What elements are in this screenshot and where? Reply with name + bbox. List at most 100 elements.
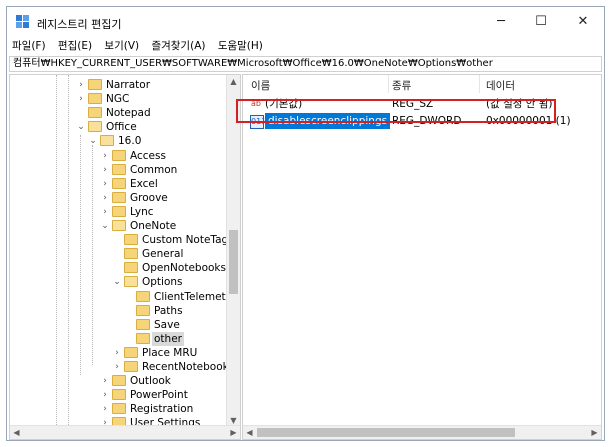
- tree-item-label[interactable]: OpenNotebooks: [140, 261, 228, 275]
- tree-item-label[interactable]: Narrator: [104, 78, 152, 92]
- tree-item-outlook[interactable]: › Outlook: [10, 374, 230, 388]
- chevron-right-icon[interactable]: ›: [100, 374, 110, 388]
- chevron-down-icon[interactable]: ⌄: [112, 275, 122, 289]
- tree-item-label[interactable]: Place MRU: [140, 346, 199, 360]
- column-separator[interactable]: [479, 75, 480, 93]
- key-tree-pane[interactable]: › Narrator › NGC Notepad ⌄ Office ⌄ 16.0 › Access ›…: [9, 74, 241, 440]
- tree-item-label[interactable]: Outlook: [128, 374, 173, 388]
- tree-item-clienttelemetry[interactable]: ClientTelemetry: [10, 290, 236, 304]
- chevron-right-icon[interactable]: ›: [76, 92, 86, 106]
- tree-item-label[interactable]: Groove: [128, 191, 170, 205]
- tree-scroll-thumb[interactable]: [229, 230, 238, 294]
- chevron-right-icon[interactable]: ›: [112, 346, 122, 360]
- tree-item-powerpoint[interactable]: › PowerPoint: [10, 388, 230, 402]
- address-bar[interactable]: 컴퓨터₩HKEY_CURRENT_USER₩SOFTWARE₩Microsoft…: [9, 56, 602, 72]
- menu-edit[interactable]: 편집(E): [54, 37, 96, 55]
- tree-item-ngc[interactable]: › NGC: [10, 92, 230, 106]
- tree-item-label[interactable]: General: [140, 247, 185, 261]
- tree-guide-line: [68, 75, 69, 427]
- tree-item-groove[interactable]: › Groove: [10, 191, 230, 205]
- menu-view[interactable]: 보기(V): [100, 37, 143, 55]
- tree-item-label[interactable]: Options: [140, 275, 185, 289]
- value-list-pane[interactable]: 이름 종류 데이터 ab (기본값) REG_SZ (값 설정 안 됨) 011 disa…: [242, 74, 602, 440]
- chevron-right-icon[interactable]: ›: [100, 205, 110, 219]
- tree-item-label[interactable]: Custom NoteTags: [140, 233, 236, 247]
- tree-item-paths[interactable]: Paths: [10, 304, 230, 318]
- menu-help[interactable]: 도움말(H): [214, 37, 267, 55]
- tree-item-label[interactable]: Lync: [128, 205, 156, 219]
- chevron-right-icon[interactable]: ›: [76, 78, 86, 92]
- chevron-down-icon[interactable]: ⌄: [76, 120, 86, 134]
- maximize-button[interactable]: ☐: [522, 12, 560, 32]
- tree-item-label[interactable]: other: [152, 331, 184, 346]
- tree-item-label[interactable]: Excel: [128, 177, 160, 191]
- menu-file[interactable]: 파일(F): [8, 37, 50, 55]
- chevron-right-icon[interactable]: ›: [112, 360, 122, 374]
- folder-icon: [124, 248, 138, 260]
- tree-item-general[interactable]: General: [10, 247, 230, 261]
- folder-icon: [136, 304, 150, 316]
- tree-guide-line: [56, 75, 57, 427]
- tree-item-custom-notetags[interactable]: Custom NoteTags: [10, 233, 234, 247]
- tree-item-lync[interactable]: › Lync: [10, 205, 230, 219]
- tree-item-onenote[interactable]: ⌄ OneNote: [10, 219, 230, 233]
- chevron-down-icon[interactable]: ⌄: [88, 134, 98, 148]
- tree-item-label[interactable]: 16.0: [116, 134, 143, 148]
- chevron-right-icon[interactable]: ›: [100, 402, 110, 416]
- tree-item-recentnotebooks[interactable]: › RecentNotebooks: [10, 360, 234, 374]
- column-header-name[interactable]: 이름: [251, 78, 270, 93]
- menu-favorites[interactable]: 즐겨찾기(A): [147, 37, 209, 55]
- tree-item-label[interactable]: OneNote: [128, 219, 178, 233]
- scroll-left-arrow-icon[interactable]: ◀: [10, 426, 23, 439]
- tree-item-label[interactable]: Save: [152, 318, 182, 332]
- title-bar[interactable]: 레지스트리 편집기 ─ ☐ ✕: [7, 7, 604, 37]
- scroll-right-arrow-icon[interactable]: ▶: [227, 426, 240, 439]
- tree-vertical-scrollbar[interactable]: ▲ ▼: [226, 75, 240, 427]
- chevron-right-icon[interactable]: ›: [100, 191, 110, 205]
- tree-item-office[interactable]: ⌄ Office: [10, 120, 230, 134]
- folder-icon: [112, 403, 126, 415]
- tree-item-options[interactable]: ⌄ Options: [10, 275, 230, 289]
- chevron-right-icon[interactable]: ›: [100, 388, 110, 402]
- column-header-data[interactable]: 데이터: [486, 78, 515, 93]
- tree-item-registration[interactable]: › Registration: [10, 402, 230, 416]
- tree-item-excel[interactable]: › Excel: [10, 177, 230, 191]
- tree-item-label[interactable]: Access: [128, 149, 168, 163]
- column-header-type[interactable]: 종류: [392, 78, 411, 93]
- tree-item-common[interactable]: › Common: [10, 163, 230, 177]
- chevron-right-icon[interactable]: ›: [100, 163, 110, 177]
- tree-item-label[interactable]: Notepad: [104, 106, 153, 120]
- chevron-right-icon[interactable]: ›: [100, 177, 110, 191]
- tree-item-label[interactable]: Common: [128, 163, 179, 177]
- tree-item-label[interactable]: PowerPoint: [128, 388, 190, 402]
- minimize-button[interactable]: ─: [482, 12, 520, 32]
- scroll-right-arrow-icon[interactable]: ▶: [588, 426, 601, 439]
- folder-icon: [112, 389, 126, 401]
- folder-icon: [124, 234, 138, 246]
- tree-item-label[interactable]: Paths: [152, 304, 185, 318]
- tree-item-notepad[interactable]: Notepad: [10, 106, 230, 120]
- tree-item-save[interactable]: Save: [10, 318, 230, 332]
- tree-item-place-mru[interactable]: › Place MRU: [10, 346, 230, 360]
- tree-item-access[interactable]: › Access: [10, 149, 230, 163]
- tree-item-16-0[interactable]: ⌄ 16.0: [10, 134, 230, 148]
- tree-item-other[interactable]: other: [10, 331, 230, 346]
- tree-item-narrator[interactable]: › Narrator: [10, 78, 230, 92]
- list-scroll-thumb[interactable]: [257, 428, 515, 437]
- scroll-up-arrow-icon[interactable]: ▲: [227, 75, 240, 88]
- tree-item-label[interactable]: Registration: [128, 402, 195, 416]
- chevron-right-icon[interactable]: ›: [100, 149, 110, 163]
- tree-item-label[interactable]: NGC: [104, 92, 131, 106]
- folder-icon: [112, 205, 126, 217]
- tree-item-label[interactable]: Office: [104, 120, 139, 134]
- close-button[interactable]: ✕: [564, 12, 602, 32]
- tree-item-opennotebooks[interactable]: OpenNotebooks: [10, 261, 230, 275]
- chevron-down-icon[interactable]: ⌄: [100, 219, 110, 233]
- tree-item-label[interactable]: RecentNotebooks: [140, 360, 236, 374]
- tree-horizontal-scrollbar[interactable]: ◀ ▶: [10, 425, 240, 439]
- folder-icon: [136, 290, 150, 302]
- list-horizontal-scrollbar[interactable]: ◀ ▶: [243, 425, 601, 439]
- scroll-left-arrow-icon[interactable]: ◀: [243, 426, 256, 439]
- folder-icon: [136, 332, 150, 344]
- column-separator[interactable]: [388, 75, 389, 93]
